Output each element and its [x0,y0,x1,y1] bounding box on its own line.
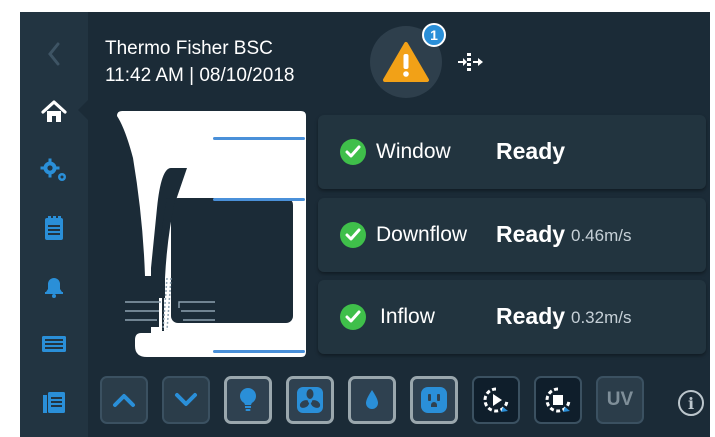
back-button[interactable] [20,32,88,76]
sidebar-item-log[interactable] [20,206,88,250]
bottom-toolbar: UV [100,372,710,428]
fan-icon [297,387,323,413]
start-cycle-button[interactable] [472,376,520,424]
sidebar-item-display[interactable] [20,322,88,366]
sash-up-button[interactable] [100,376,148,424]
uv-label: UV [606,389,634,410]
chevron-up-icon [113,394,135,407]
fan-button[interactable] [286,376,334,424]
airflow-icon [458,53,483,71]
bsc-screen: Thermo Fisher BSC 11:42 AM | 08/10/2018 … [20,12,710,437]
check-icon [340,304,366,330]
outlet-icon [421,387,447,413]
time-date: 11:42 AM | 08/10/2018 [105,65,295,86]
light-button[interactable] [224,376,272,424]
sidebar-item-reports[interactable] [20,380,88,424]
chevron-down-icon [175,393,197,406]
status-state: Ready [496,303,566,329]
status-state: Ready [496,138,566,164]
check-icon [340,139,366,165]
stop-cycle-icon [545,387,571,413]
droplet-icon [366,390,378,409]
status-label: Inflow [380,305,435,328]
alert-count-badge: 1 [422,23,446,47]
status-state: Ready [496,221,566,247]
active-indicator [78,100,88,120]
status-label: Window [376,140,451,163]
lightbulb-icon [240,388,256,411]
play-cycle-icon [483,387,509,413]
chevron-left-icon [48,42,60,66]
status-label: Downflow [376,223,468,246]
bell-icon [45,278,63,298]
status-panel-window[interactable]: Window Ready [318,115,706,189]
monitor-icon [42,336,66,352]
sidebar [20,12,88,437]
status-panel-downflow[interactable]: Downflow Ready 0.46m/s [318,198,706,272]
water-button[interactable] [348,376,396,424]
status-value: 0.46m/s [571,226,632,245]
home-icon [41,100,67,122]
clipboard-icon [45,216,63,240]
device-name: Thermo Fisher BSC [105,38,273,59]
warning-icon [383,42,429,82]
info-button[interactable]: i [678,390,704,416]
uv-button[interactable]: UV [596,376,644,424]
check-icon [340,222,366,248]
sidebar-item-settings[interactable] [20,148,88,192]
outlet-button[interactable] [410,376,458,424]
gears-icon [40,158,66,181]
stop-cycle-button[interactable] [534,376,582,424]
cabinet-diagram [117,111,306,357]
files-icon [43,392,65,413]
frame: Thermo Fisher BSC 11:42 AM | 08/10/2018 … [0,0,715,437]
status-panel-inflow[interactable]: Inflow Ready 0.32m/s [318,280,706,354]
status-value: 0.32m/s [571,308,632,327]
sidebar-item-alarms[interactable] [20,264,88,308]
sash-down-button[interactable] [162,376,210,424]
